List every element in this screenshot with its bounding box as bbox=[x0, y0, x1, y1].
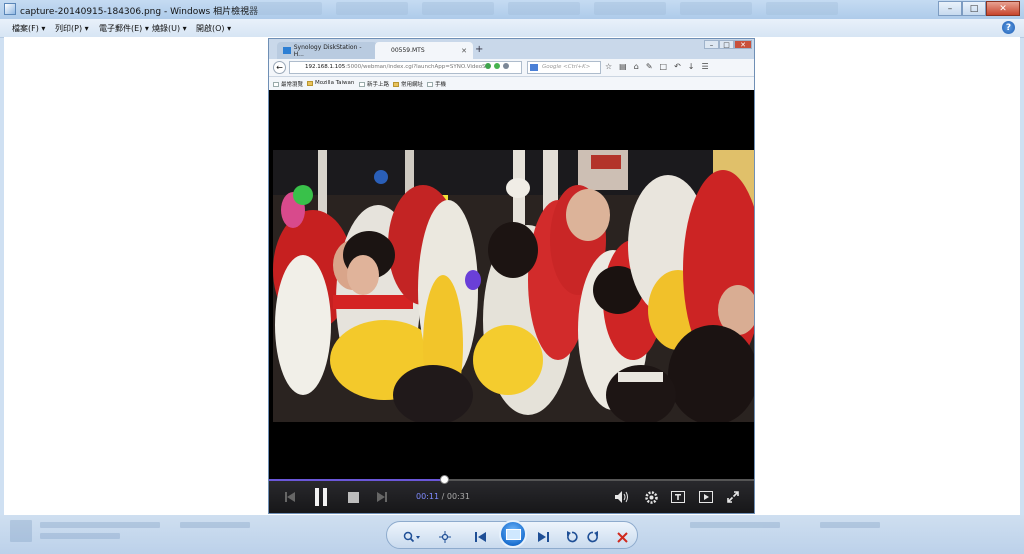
rotate-cw-icon[interactable] bbox=[586, 530, 600, 544]
search-placeholder: Google <Ctrl+K> bbox=[542, 64, 591, 70]
synology-favicon-icon bbox=[283, 47, 291, 54]
minimize-button[interactable]: – bbox=[938, 1, 962, 16]
back-arrow-icon[interactable]: ← bbox=[273, 61, 286, 74]
tab-label: 00559.MTS bbox=[391, 47, 425, 54]
bookmark-label: 新手上路 bbox=[367, 82, 390, 88]
stream-player-icon[interactable] bbox=[697, 488, 715, 506]
total-time: 00:31 bbox=[446, 492, 470, 501]
window-title: capture-20140915-184306.png - Windows 相片… bbox=[20, 7, 259, 17]
menu-bar: 檔案(F) 列印(P) 電子郵件(E) 燒錄(U) 開啟(O) ? bbox=[0, 19, 1024, 38]
bookmark-label: 常用網址 bbox=[401, 82, 424, 88]
folder-icon bbox=[393, 81, 399, 87]
menu-file[interactable]: 檔案(F) bbox=[12, 23, 45, 34]
menu-hamburger-icon[interactable]: ☰ bbox=[701, 62, 708, 71]
browser-toolbar-icons: ☆ ▤ ⌂ ✎ □ ↶ ↓ ☰ bbox=[605, 62, 709, 71]
bookmark-mozilla[interactable]: Mozilla Taiwan bbox=[307, 80, 354, 86]
search-bar[interactable]: Google <Ctrl+K> bbox=[527, 61, 601, 74]
bookmark-icon bbox=[273, 81, 279, 87]
current-time: 00:11 bbox=[416, 492, 440, 501]
browser-tab-video[interactable]: 00559.MTS ✕ bbox=[375, 42, 473, 59]
bookmark-most-visited[interactable]: 最常瀏覽 bbox=[273, 80, 303, 88]
clipboard-icon[interactable]: ▤ bbox=[619, 62, 627, 71]
menu-email[interactable]: 電子郵件(E) bbox=[99, 23, 149, 34]
bookmark-label: 手機 bbox=[435, 82, 447, 88]
browser-minimize-button[interactable]: – bbox=[704, 40, 719, 49]
menu-burn[interactable]: 燒錄(U) bbox=[152, 23, 187, 34]
browser-maximize-button[interactable]: □ bbox=[719, 40, 734, 49]
home-icon[interactable]: ⌂ bbox=[634, 62, 639, 71]
slideshow-icon[interactable] bbox=[499, 520, 527, 548]
next-icon[interactable] bbox=[535, 530, 551, 544]
time-display: 00:11 / 00:31 bbox=[416, 492, 470, 501]
new-tab-icon[interactable]: + bbox=[475, 44, 483, 55]
bookmark-icon bbox=[359, 81, 365, 87]
bottom-toolbar bbox=[0, 515, 1024, 554]
subtitle-icon[interactable] bbox=[669, 488, 687, 506]
progress-fill bbox=[269, 479, 444, 481]
tab-close-icon[interactable]: ✕ bbox=[461, 47, 467, 55]
crop-icon[interactable]: ✎ bbox=[646, 62, 653, 71]
bookmark-getting-started[interactable]: 新手上路 bbox=[359, 80, 389, 88]
previous-track-icon[interactable] bbox=[281, 488, 299, 506]
title-bar: capture-20140915-184306.png - Windows 相片… bbox=[0, 0, 1024, 20]
progress-track[interactable] bbox=[269, 475, 754, 484]
browser-nav-bar: ← 192.168.1.105:5000/webman/index.cgi?la… bbox=[269, 59, 754, 77]
reload-icon[interactable] bbox=[503, 63, 509, 69]
url-bar-icons bbox=[485, 63, 509, 69]
url-path: :5000/webman/index.cgi?launchApp=SYNO.Vi… bbox=[345, 64, 486, 70]
pause-icon[interactable] bbox=[311, 488, 331, 506]
browser-window: Synology DiskStation - H... 00559.MTS ✕ … bbox=[268, 38, 755, 514]
time-separator: / bbox=[441, 492, 445, 501]
bookmark-star-icon[interactable]: ☆ bbox=[605, 62, 612, 71]
actual-size-icon[interactable] bbox=[437, 530, 453, 544]
shield-icon[interactable] bbox=[485, 63, 491, 69]
delete-icon[interactable] bbox=[615, 530, 629, 544]
video-frame[interactable] bbox=[273, 150, 754, 422]
next-track-icon[interactable] bbox=[373, 488, 391, 506]
close-button[interactable]: ✕ bbox=[986, 1, 1020, 16]
folder-icon bbox=[307, 80, 313, 86]
bookmark-label: Mozilla Taiwan bbox=[315, 80, 355, 86]
tab-label: Synology DiskStation - H... bbox=[293, 43, 362, 58]
url-host: 192.168.1.105 bbox=[305, 64, 346, 70]
zoom-icon[interactable] bbox=[401, 530, 423, 544]
bookmark-icon bbox=[427, 81, 433, 87]
browser-tab-strip: Synology DiskStation - H... 00559.MTS ✕ … bbox=[269, 39, 754, 59]
check-icon[interactable] bbox=[494, 63, 500, 69]
fullscreen-icon[interactable] bbox=[724, 488, 742, 506]
bookmark-label: 最常瀏覽 bbox=[281, 82, 304, 88]
maximize-button[interactable]: □ bbox=[962, 1, 986, 16]
help-icon[interactable]: ? bbox=[1002, 21, 1015, 34]
browser-close-button[interactable]: ✕ bbox=[734, 40, 752, 49]
browser-tab-diskstation[interactable]: Synology DiskStation - H... bbox=[277, 42, 377, 59]
volume-icon[interactable] bbox=[613, 488, 631, 506]
browser-window-controls: – □ ✕ bbox=[704, 40, 752, 49]
undo-icon[interactable]: ↶ bbox=[674, 62, 681, 71]
menu-print[interactable]: 列印(P) bbox=[55, 23, 89, 34]
photo-viewer-app-icon bbox=[4, 3, 16, 15]
stop-icon[interactable] bbox=[345, 488, 361, 506]
bookmarks-bar: 最常瀏覽 Mozilla Taiwan 新手上路 常用網址 手機 bbox=[269, 77, 754, 91]
bookmark-mobile[interactable]: 手機 bbox=[427, 80, 446, 88]
player-controls: 00:11 / 00:31 bbox=[269, 475, 754, 513]
bookmark-common-sites[interactable]: 常用網址 bbox=[393, 80, 423, 88]
window-controls: – □ ✕ bbox=[938, 1, 1020, 16]
google-icon bbox=[530, 64, 538, 71]
previous-icon[interactable] bbox=[473, 530, 489, 544]
taskbar-reflection bbox=[250, 2, 900, 17]
rotate-ccw-icon[interactable] bbox=[565, 530, 579, 544]
video-player[interactable]: 00:11 / 00:31 bbox=[269, 90, 754, 513]
progress-thumb[interactable] bbox=[439, 475, 449, 484]
menu-open[interactable]: 開啟(O) bbox=[196, 23, 231, 34]
viewer-controls bbox=[386, 520, 638, 549]
download-icon[interactable]: ↓ bbox=[688, 62, 695, 71]
chat-icon[interactable]: □ bbox=[660, 62, 668, 71]
settings-gear-icon[interactable] bbox=[642, 488, 660, 506]
